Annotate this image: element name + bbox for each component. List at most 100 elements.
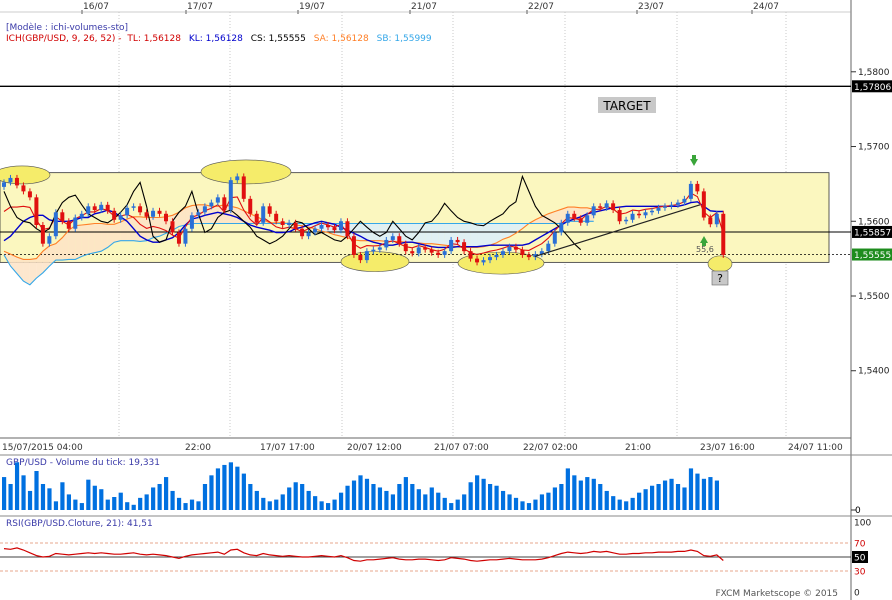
volume-bar xyxy=(449,503,454,510)
candle-body xyxy=(643,212,648,216)
candle-body xyxy=(721,213,726,255)
volume-bar xyxy=(377,487,383,510)
volume-axis-zero: 0 xyxy=(855,506,861,516)
candle-body xyxy=(215,197,220,203)
candle-body xyxy=(475,258,480,263)
volume-bar xyxy=(293,482,298,510)
cloud-segment xyxy=(88,223,95,255)
candle-body xyxy=(40,225,45,244)
candle-body xyxy=(222,197,227,211)
candle-body xyxy=(280,221,285,225)
candle-body xyxy=(300,228,305,237)
volume-bar xyxy=(73,499,78,510)
volume-bar xyxy=(637,492,642,510)
volume-bar xyxy=(552,487,557,510)
volume-bar xyxy=(248,484,253,510)
candle-body xyxy=(73,217,78,229)
volume-bar xyxy=(565,468,570,510)
volume-bar xyxy=(274,499,279,510)
volume-bar xyxy=(675,484,681,510)
volume-bar xyxy=(546,492,551,510)
volume-bar xyxy=(520,501,525,510)
question-annotation[interactable]: ? xyxy=(711,270,729,286)
time-label: 20/07 12:00 xyxy=(347,443,402,453)
price-tick-label: 1,5600 xyxy=(858,217,890,227)
candle-body xyxy=(520,249,525,255)
candle-body xyxy=(235,176,240,181)
down-arrow-shaft xyxy=(692,155,696,160)
candle-body xyxy=(384,239,389,248)
volume-label: GBP/USD - Volume du tick: 19,331 xyxy=(6,458,160,468)
volume-bar xyxy=(682,487,687,510)
candle-body xyxy=(131,206,136,208)
candle-body xyxy=(138,206,143,213)
candle-body xyxy=(377,247,382,250)
candle-body xyxy=(319,225,324,229)
candle-body xyxy=(313,228,318,233)
candle-body xyxy=(442,251,447,255)
volume-bar xyxy=(436,492,441,510)
time-label: 15/07/2015 04:00 xyxy=(2,443,83,453)
volume-bar xyxy=(403,477,408,510)
volume-bar xyxy=(695,473,700,510)
rsi-label: RSI(GBP/USD.Cloture, 21): 41,51 xyxy=(6,519,153,529)
candle-body xyxy=(701,191,706,218)
volume-bar xyxy=(138,497,143,510)
candle-body xyxy=(2,182,6,187)
candle-body xyxy=(332,227,337,231)
target-annotation: TARGET xyxy=(598,97,656,113)
candle-body xyxy=(261,206,266,223)
top-date-label: 21/07 xyxy=(411,2,437,12)
volume-bar xyxy=(500,490,506,510)
cloud-segment xyxy=(127,216,134,241)
cloud-segment xyxy=(470,223,478,248)
price-axis: 1,5800 1,5700 1,5600 1,5500 1,5400 1,57806 1,5… xyxy=(851,68,892,377)
volume-bar xyxy=(662,480,668,510)
volume-bar xyxy=(468,482,473,510)
volume-bar xyxy=(688,468,694,510)
volume-bar xyxy=(8,484,13,510)
candle-body xyxy=(92,206,97,211)
candle-body xyxy=(436,252,441,255)
rsi-axis-label: 50 xyxy=(854,554,866,564)
candle-body xyxy=(423,247,428,250)
volume-bar xyxy=(99,489,104,510)
volume-bar xyxy=(494,485,499,510)
volume-bar xyxy=(611,496,616,510)
volume-bar xyxy=(332,499,337,510)
candle-body xyxy=(546,243,551,252)
candle-body xyxy=(416,247,421,254)
volume-bar xyxy=(131,504,136,510)
volume-bar xyxy=(714,480,719,510)
volume-bar xyxy=(338,492,344,510)
cloud-segment xyxy=(490,223,497,246)
volume-bar xyxy=(507,494,512,510)
indicator-legend: [Modèle : ichi-volumes-sto] ICH(GBP/USD,… xyxy=(6,22,432,44)
volume-bar xyxy=(701,478,707,510)
price-marker-label: 1,57806 xyxy=(854,83,891,93)
candle-body xyxy=(170,221,175,233)
support-ellipse xyxy=(707,255,733,273)
candle-body xyxy=(34,197,39,225)
candle-body xyxy=(254,213,259,223)
candle-body xyxy=(274,213,279,222)
volume-bar xyxy=(241,473,246,510)
cloud-segment xyxy=(438,223,445,246)
candle-body xyxy=(578,218,583,223)
candle-body xyxy=(21,185,26,192)
volume-bar xyxy=(157,484,162,510)
candle-body xyxy=(714,213,719,225)
volume-bar xyxy=(79,503,84,510)
cloud-segment xyxy=(81,224,89,257)
candle-body xyxy=(637,213,642,216)
volume-bar xyxy=(34,471,39,510)
volume-bar xyxy=(40,484,46,510)
candle-body xyxy=(14,177,19,186)
candle-body xyxy=(598,206,603,208)
candle-body xyxy=(410,251,415,254)
candle-body xyxy=(105,204,110,211)
volume-bar xyxy=(708,477,713,510)
volume-bar xyxy=(209,475,214,510)
candle-body xyxy=(682,198,687,203)
candle-body xyxy=(630,213,635,220)
